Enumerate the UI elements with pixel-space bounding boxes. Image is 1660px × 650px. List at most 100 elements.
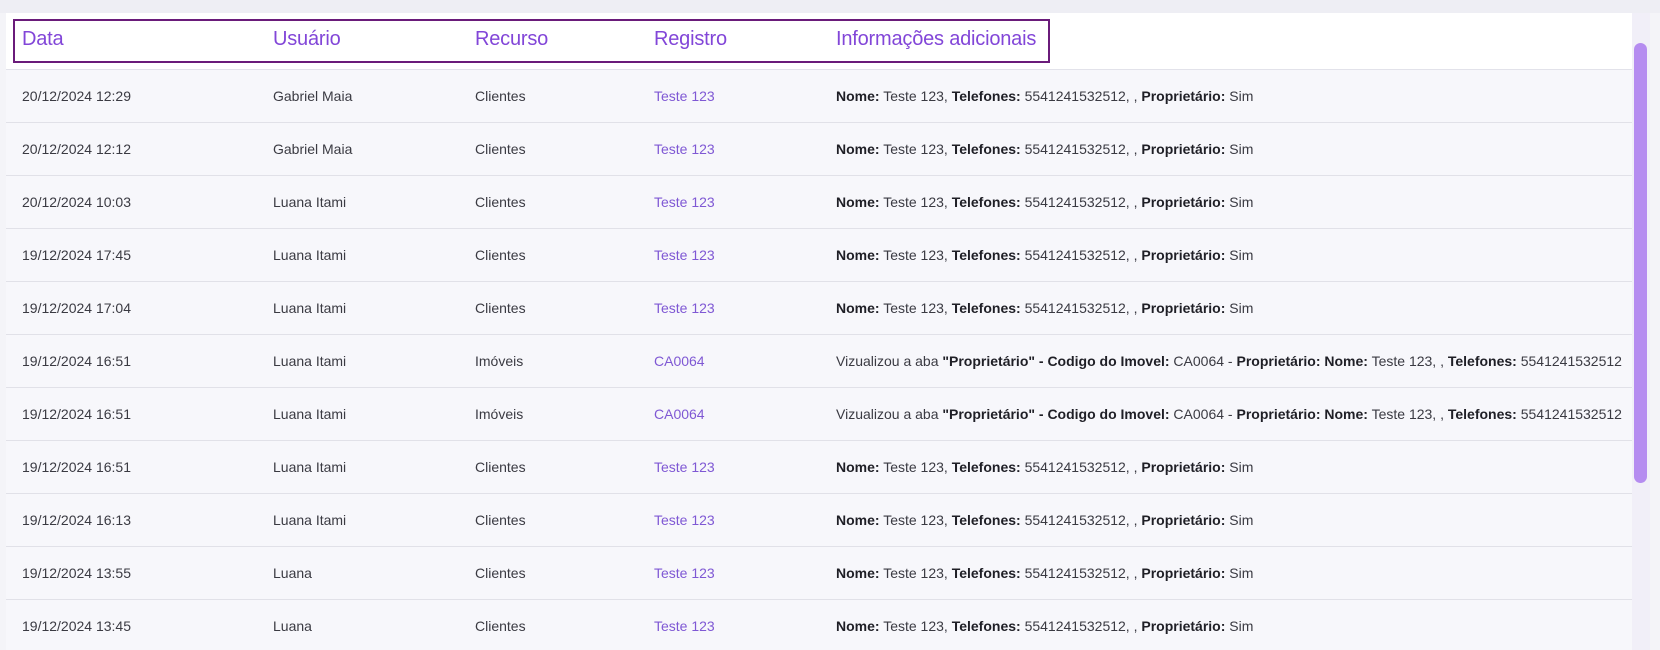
info-value: 5541241532512, , (1020, 300, 1142, 316)
table-row[interactable]: 19/12/2024 16:51 Luana Itami Clientes Teste… (6, 441, 1632, 494)
row-additional-info: Nome: Teste 123, Telefones: 554124153251… (836, 300, 1253, 316)
info-label: Telefones: (951, 141, 1021, 157)
table-row[interactable]: 19/12/2024 17:04 Luana Itami Clientes Teste… (6, 282, 1632, 335)
info-value: Teste 123, (879, 88, 952, 104)
table-row[interactable]: 19/12/2024 13:45 Luana Clientes Teste 123 No… (6, 600, 1632, 650)
info-value: 5541241532512, , (1020, 247, 1142, 263)
table-body: 20/12/2024 12:29 Gabriel Maia Clientes Test… (6, 70, 1632, 650)
column-header-additional-info[interactable]: Informações adicionais (836, 28, 1036, 51)
row-record-link[interactable]: Teste 123 (654, 247, 715, 263)
row-user: Luana Itami (273, 353, 347, 369)
info-value: 5541241532512 (1516, 406, 1622, 422)
row-user: Gabriel Maia (273, 88, 353, 104)
row-additional-info: Nome: Teste 123, Telefones: 554124153251… (836, 141, 1253, 157)
info-value: 5541241532512, , (1020, 88, 1142, 104)
info-label: Proprietário: (1141, 88, 1226, 104)
row-resource: Clientes (475, 194, 526, 210)
row-record-link[interactable]: Teste 123 (654, 141, 715, 157)
row-additional-info: Nome: Teste 123, Telefones: 554124153251… (836, 247, 1253, 263)
row-date: 19/12/2024 16:51 (22, 406, 131, 422)
row-resource: Clientes (475, 247, 526, 263)
info-value: Vizualizou a aba (836, 406, 943, 422)
info-value: Teste 123, (879, 247, 952, 263)
table-row[interactable]: 19/12/2024 16:51 Luana Itami Imóveis CA0064… (6, 335, 1632, 388)
info-label: Proprietário: (1141, 618, 1226, 634)
row-record-link[interactable]: Teste 123 (654, 300, 715, 316)
table-row[interactable]: 19/12/2024 17:45 Luana Itami Clientes Teste… (6, 229, 1632, 282)
info-value: Teste 123, (879, 512, 952, 528)
info-label: Telefones: (1447, 406, 1517, 422)
info-label: Nome: (836, 459, 880, 475)
table-row[interactable]: 20/12/2024 12:29 Gabriel Maia Clientes Test… (6, 70, 1632, 123)
row-record-link[interactable]: Teste 123 (654, 459, 715, 475)
row-additional-info: Vizualizou a aba "Proprietário" - Codigo… (836, 353, 1622, 369)
info-label: Proprietário: (1141, 141, 1226, 157)
row-user: Gabriel Maia (273, 141, 353, 157)
info-label: Telefones: (1447, 353, 1517, 369)
row-user: Luana Itami (273, 459, 347, 475)
info-label: "Proprietário" - Codigo do Imovel: (942, 353, 1170, 369)
table-row[interactable]: 20/12/2024 12:12 Gabriel Maia Clientes Test… (6, 123, 1632, 176)
row-record-link[interactable]: CA0064 (654, 406, 705, 422)
info-value: Teste 123, (879, 459, 952, 475)
info-value: Teste 123, (879, 618, 952, 634)
info-value: Sim (1225, 565, 1254, 581)
info-label: Telefones: (951, 300, 1021, 316)
row-additional-info: Nome: Teste 123, Telefones: 554124153251… (836, 618, 1253, 634)
info-label: Nome: (836, 247, 880, 263)
info-value: CA0064 - (1169, 353, 1237, 369)
table-row[interactable]: 19/12/2024 16:13 Luana Itami Clientes Teste… (6, 494, 1632, 547)
row-resource: Clientes (475, 512, 526, 528)
row-user: Luana Itami (273, 512, 347, 528)
column-header-user[interactable]: Usuário (273, 28, 341, 51)
row-date: 19/12/2024 16:51 (22, 353, 131, 369)
info-value: Teste 123, , (1367, 353, 1448, 369)
row-record-link[interactable]: Teste 123 (654, 512, 715, 528)
table-row[interactable]: 19/12/2024 16:51 Luana Itami Imóveis CA0064… (6, 388, 1632, 441)
row-resource: Imóveis (475, 406, 524, 422)
info-label: Telefones: (951, 618, 1021, 634)
info-label: Nome: (836, 141, 880, 157)
info-label: Proprietário: (1141, 300, 1226, 316)
row-additional-info: Nome: Teste 123, Telefones: 554124153251… (836, 88, 1253, 104)
info-value: Teste 123, , (1367, 406, 1448, 422)
audit-log-table: Data Usuário Recurso Registro Informaçõe… (6, 13, 1632, 650)
vertical-scrollbar[interactable] (1632, 13, 1650, 650)
info-label: Telefones: (951, 247, 1021, 263)
row-date: 20/12/2024 10:03 (22, 194, 131, 210)
row-resource: Clientes (475, 618, 526, 634)
info-value: 5541241532512 (1516, 353, 1622, 369)
row-date: 19/12/2024 16:13 (22, 512, 131, 528)
row-user: Luana Itami (273, 406, 347, 422)
row-resource: Clientes (475, 88, 526, 104)
table-row[interactable]: 20/12/2024 10:03 Luana Itami Clientes Teste… (6, 176, 1632, 229)
row-date: 19/12/2024 13:55 (22, 565, 131, 581)
info-label: Telefones: (951, 194, 1021, 210)
info-value: Sim (1225, 141, 1254, 157)
info-label: Proprietário: (1141, 194, 1226, 210)
info-value: 5541241532512, , (1020, 141, 1142, 157)
info-value: Vizualizou a aba (836, 353, 943, 369)
table-row[interactable]: 19/12/2024 13:55 Luana Clientes Teste 123 No… (6, 547, 1632, 600)
row-additional-info: Nome: Teste 123, Telefones: 554124153251… (836, 512, 1253, 528)
info-value: Sim (1225, 512, 1254, 528)
column-header-record[interactable]: Registro (654, 28, 727, 51)
row-record-link[interactable]: CA0064 (654, 353, 705, 369)
row-record-link[interactable]: Teste 123 (654, 618, 715, 634)
info-value: 5541241532512, , (1020, 459, 1142, 475)
column-header-resource[interactable]: Recurso (475, 28, 548, 51)
row-record-link[interactable]: Teste 123 (654, 565, 715, 581)
column-header-date[interactable]: Data (22, 28, 64, 51)
info-label: Telefones: (951, 459, 1021, 475)
info-value: Sim (1225, 247, 1254, 263)
row-record-link[interactable]: Teste 123 (654, 88, 715, 104)
top-strip (0, 0, 1660, 13)
info-label: "Proprietário" - Codigo do Imovel: (942, 406, 1170, 422)
scrollbar-thumb[interactable] (1634, 43, 1647, 483)
table-header: Data Usuário Recurso Registro Informaçõe… (6, 13, 1632, 70)
row-date: 20/12/2024 12:29 (22, 88, 131, 104)
row-record-link[interactable]: Teste 123 (654, 194, 715, 210)
row-user: Luana Itami (273, 194, 347, 210)
row-additional-info: Vizualizou a aba "Proprietário" - Codigo… (836, 406, 1622, 422)
info-label: Nome: (836, 194, 880, 210)
